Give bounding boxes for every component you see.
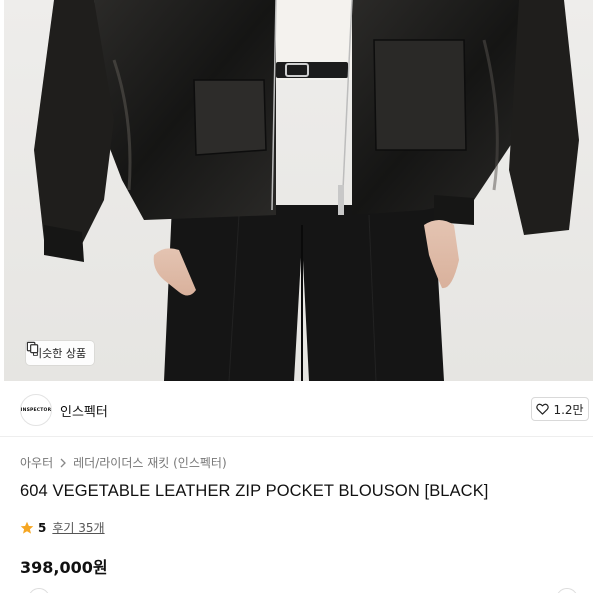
- like-count: 1.2만: [553, 402, 584, 417]
- similar-items-icon: [26, 341, 39, 354]
- product-image[interactable]: 비슷한 상품: [4, 0, 593, 381]
- brand-name[interactable]: 인스펙터: [60, 401, 108, 420]
- heart-outline-icon: [536, 403, 550, 415]
- similar-items-button[interactable]: 비슷한 상품: [26, 341, 95, 365]
- brand-logo-text: INSPECTOR: [20, 407, 52, 413]
- breadcrumb-item-category[interactable]: 레더/라이더스 재킷 (인스펙터): [73, 454, 227, 471]
- brand-logo[interactable]: INSPECTOR: [20, 394, 52, 426]
- breadcrumb: 아우터 레더/라이더스 재킷 (인스펙터): [20, 454, 227, 471]
- chevron-right-icon: [60, 458, 67, 467]
- breadcrumb-item-outer[interactable]: 아우터: [20, 454, 53, 471]
- product-photo: [4, 0, 593, 381]
- brand-row: INSPECTOR 인스펙터: [0, 381, 593, 437]
- rating-score: 5: [38, 520, 47, 535]
- product-title: 604 VEGETABLE LEATHER ZIP POCKET BLOUSON…: [20, 482, 489, 500]
- similar-items-label: 비슷한 상품: [32, 347, 87, 360]
- star-icon: [20, 521, 34, 534]
- like-button[interactable]: 1.2만: [531, 397, 589, 421]
- rating: 5 후기 35개: [20, 519, 105, 536]
- bottom-control-left[interactable]: [28, 588, 50, 593]
- bottom-control-right[interactable]: [556, 588, 578, 593]
- product-price: 398,000원: [20, 558, 108, 577]
- review-link[interactable]: 후기 35개: [52, 519, 104, 536]
